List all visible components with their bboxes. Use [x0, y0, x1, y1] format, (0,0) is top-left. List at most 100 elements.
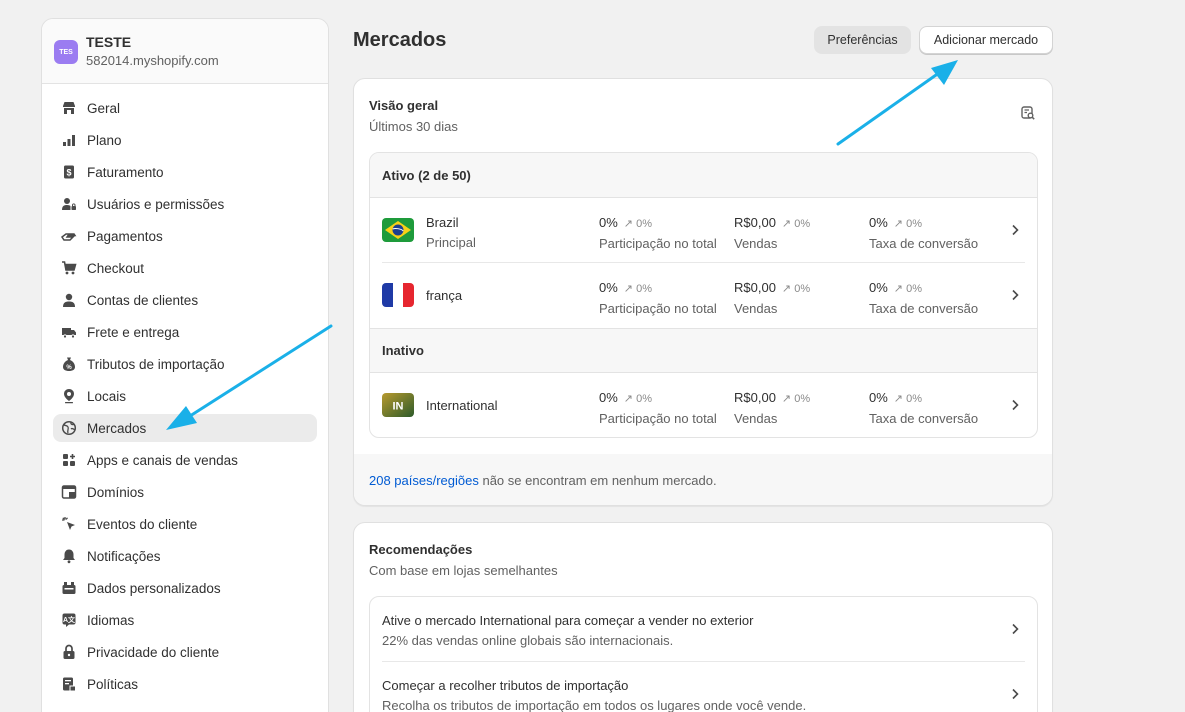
- conversion-metric: 0% ↗ 0% Taxa de conversão: [869, 213, 999, 254]
- share-label: Participação no total: [599, 301, 717, 316]
- conversion-label: Taxa de conversão: [869, 301, 979, 316]
- unassigned-regions-link[interactable]: 208 países/regiões: [369, 473, 479, 488]
- brazil-flag-icon: [382, 218, 414, 242]
- sales-label: Vendas: [734, 411, 778, 426]
- person-icon: [63, 293, 75, 307]
- recommendation-item[interactable]: Ative o mercado International para começ…: [382, 597, 1025, 662]
- page-title: Mercados: [353, 29, 447, 51]
- conversion-delta: ↗ 0%: [893, 283, 922, 295]
- sidebar-item-eventos[interactable]: Eventos do cliente: [53, 510, 317, 538]
- recommendation-item[interactable]: Começar a recolher tributos de importaçã…: [382, 662, 1025, 712]
- svg-text:$: $: [66, 168, 71, 178]
- sidebar-item-tributos[interactable]: % Tributos de importação: [53, 350, 317, 378]
- location-icon: [64, 389, 74, 404]
- sidebar-item-label: Políticas: [87, 676, 139, 692]
- recommendation-description: 22% das vendas online globais são intern…: [382, 633, 674, 648]
- active-group-heading: Ativo (2 de 50): [370, 153, 1037, 198]
- add-market-button[interactable]: Adicionar mercado: [919, 26, 1053, 54]
- market-row-franca[interactable]: frança 0% ↗ 0% Participação no total R$0,…: [382, 263, 1025, 328]
- cursor-icon: [62, 517, 75, 530]
- inactive-group-heading: Inativo: [370, 328, 1037, 373]
- international-badge-text: IN: [393, 401, 404, 413]
- share-delta: ↗ 0%: [623, 283, 652, 295]
- sales-metric: R$0,00 ↗ 0% Vendas: [734, 213, 864, 254]
- payments-icon: [61, 233, 77, 241]
- sidebar-item-checkout[interactable]: Checkout: [53, 254, 317, 282]
- lock-icon: [63, 644, 75, 659]
- international-badge-icon: IN: [382, 393, 414, 417]
- store-icon: [63, 102, 75, 114]
- conversion-delta: ↗ 0%: [893, 393, 922, 405]
- sales-label: Vendas: [734, 236, 778, 251]
- language-icon: A文: [62, 613, 76, 627]
- sidebar-item-usuarios[interactable]: Usuários e permissões: [53, 190, 317, 218]
- sidebar-item-label: Mercados: [87, 420, 147, 436]
- conversion-metric: 0% ↗ 0% Taxa de conversão: [869, 278, 999, 319]
- sales-value: R$0,00: [734, 280, 776, 295]
- sidebar-item-notificacoes[interactable]: Notificações: [53, 542, 317, 570]
- sidebar-item-contas-clientes[interactable]: Contas de clientes: [53, 286, 317, 314]
- conversion-metric: 0% ↗ 0% Taxa de conversão: [869, 388, 999, 429]
- share-delta: ↗ 0%: [623, 393, 652, 405]
- sidebar-item-privacidade[interactable]: Privacidade do cliente: [53, 638, 317, 666]
- sales-value: R$0,00: [734, 390, 776, 405]
- sidebar-item-locais[interactable]: Locais: [53, 382, 317, 410]
- store-switcher[interactable]: TES TESTE 582014.myshopify.com: [42, 19, 328, 84]
- unassigned-regions-text: não se encontram em nenhum mercado.: [478, 473, 717, 488]
- search-filter-icon[interactable]: [1020, 105, 1036, 121]
- share-value: 0%: [599, 215, 618, 230]
- sidebar-item-dominios[interactable]: Domínios: [53, 478, 317, 506]
- recommendation-title: Começar a recolher tributos de importaçã…: [382, 678, 629, 693]
- svg-text:%: %: [66, 365, 72, 371]
- truck-icon: [62, 328, 76, 339]
- preferences-button[interactable]: Preferências: [814, 26, 911, 54]
- domain-icon: [61, 485, 77, 499]
- sidebar-item-pagamentos[interactable]: Pagamentos: [53, 222, 317, 250]
- market-row-international[interactable]: IN International 0% ↗ 0% Participação no …: [382, 373, 1025, 437]
- sidebar-item-label: Idiomas: [87, 612, 135, 628]
- sidebar-item-geral[interactable]: Geral: [53, 94, 317, 122]
- market-row-brazil[interactable]: Brazil Principal 0% ↗ 0% Participação no …: [382, 198, 1025, 263]
- sidebar-item-politicas[interactable]: Políticas: [53, 670, 317, 698]
- sidebar-item-plano[interactable]: Plano: [53, 126, 317, 154]
- sidebar-item-label: Domínios: [87, 484, 145, 500]
- svg-text:A文: A文: [63, 615, 76, 624]
- share-value: 0%: [599, 280, 618, 295]
- unassigned-regions-note: 208 países/regiões não se encontram em n…: [354, 454, 1052, 505]
- sidebar-item-label: Tributos de importação: [87, 356, 225, 372]
- conversion-value: 0%: [869, 215, 888, 230]
- market-subtitle: Principal: [426, 235, 476, 250]
- sidebar-item-faturamento[interactable]: $ Faturamento: [53, 158, 317, 186]
- sidebar-item-label: Checkout: [87, 260, 145, 276]
- sidebar-item-idiomas[interactable]: A文 Idiomas: [53, 606, 317, 634]
- apps-icon: [63, 454, 75, 466]
- recommendations-subtitle: Com base em lojas semelhantes: [369, 563, 558, 578]
- sidebar-item-label: Apps e canais de vendas: [87, 452, 238, 468]
- data-icon: [62, 582, 76, 594]
- sidebar-item-label: Usuários e permissões: [87, 196, 225, 212]
- sidebar-item-label: Privacidade do cliente: [87, 644, 220, 660]
- conversion-delta: ↗ 0%: [893, 218, 922, 230]
- share-delta: ↗ 0%: [623, 218, 652, 230]
- store-name: TESTE: [86, 34, 132, 50]
- france-flag-icon: [382, 283, 414, 307]
- billing-icon: $: [64, 165, 74, 179]
- conversion-label: Taxa de conversão: [869, 236, 979, 251]
- chevron-right-icon: [1012, 224, 1019, 236]
- share-metric: 0% ↗ 0% Participação no total: [599, 278, 719, 319]
- sidebar-item-dados[interactable]: Dados personalizados: [53, 574, 317, 602]
- share-label: Participação no total: [599, 236, 717, 251]
- sidebar-item-label: Locais: [87, 388, 127, 404]
- bell-icon: [63, 549, 75, 564]
- recommendations-title: Recomendações: [369, 542, 473, 557]
- sidebar-item-frete[interactable]: Frete e entrega: [53, 318, 317, 346]
- sales-label: Vendas: [734, 301, 778, 316]
- sales-metric: R$0,00 ↗ 0% Vendas: [734, 388, 864, 429]
- globe-icon: [61, 420, 77, 436]
- chevron-right-icon: [1012, 623, 1019, 635]
- cart-icon: [62, 261, 77, 275]
- sidebar-item-apps[interactable]: Apps e canais de vendas: [53, 446, 317, 474]
- sidebar-item-label: Eventos do cliente: [87, 516, 198, 532]
- sidebar-item-mercados[interactable]: Mercados: [53, 414, 317, 442]
- sidebar-item-label: Faturamento: [87, 164, 164, 180]
